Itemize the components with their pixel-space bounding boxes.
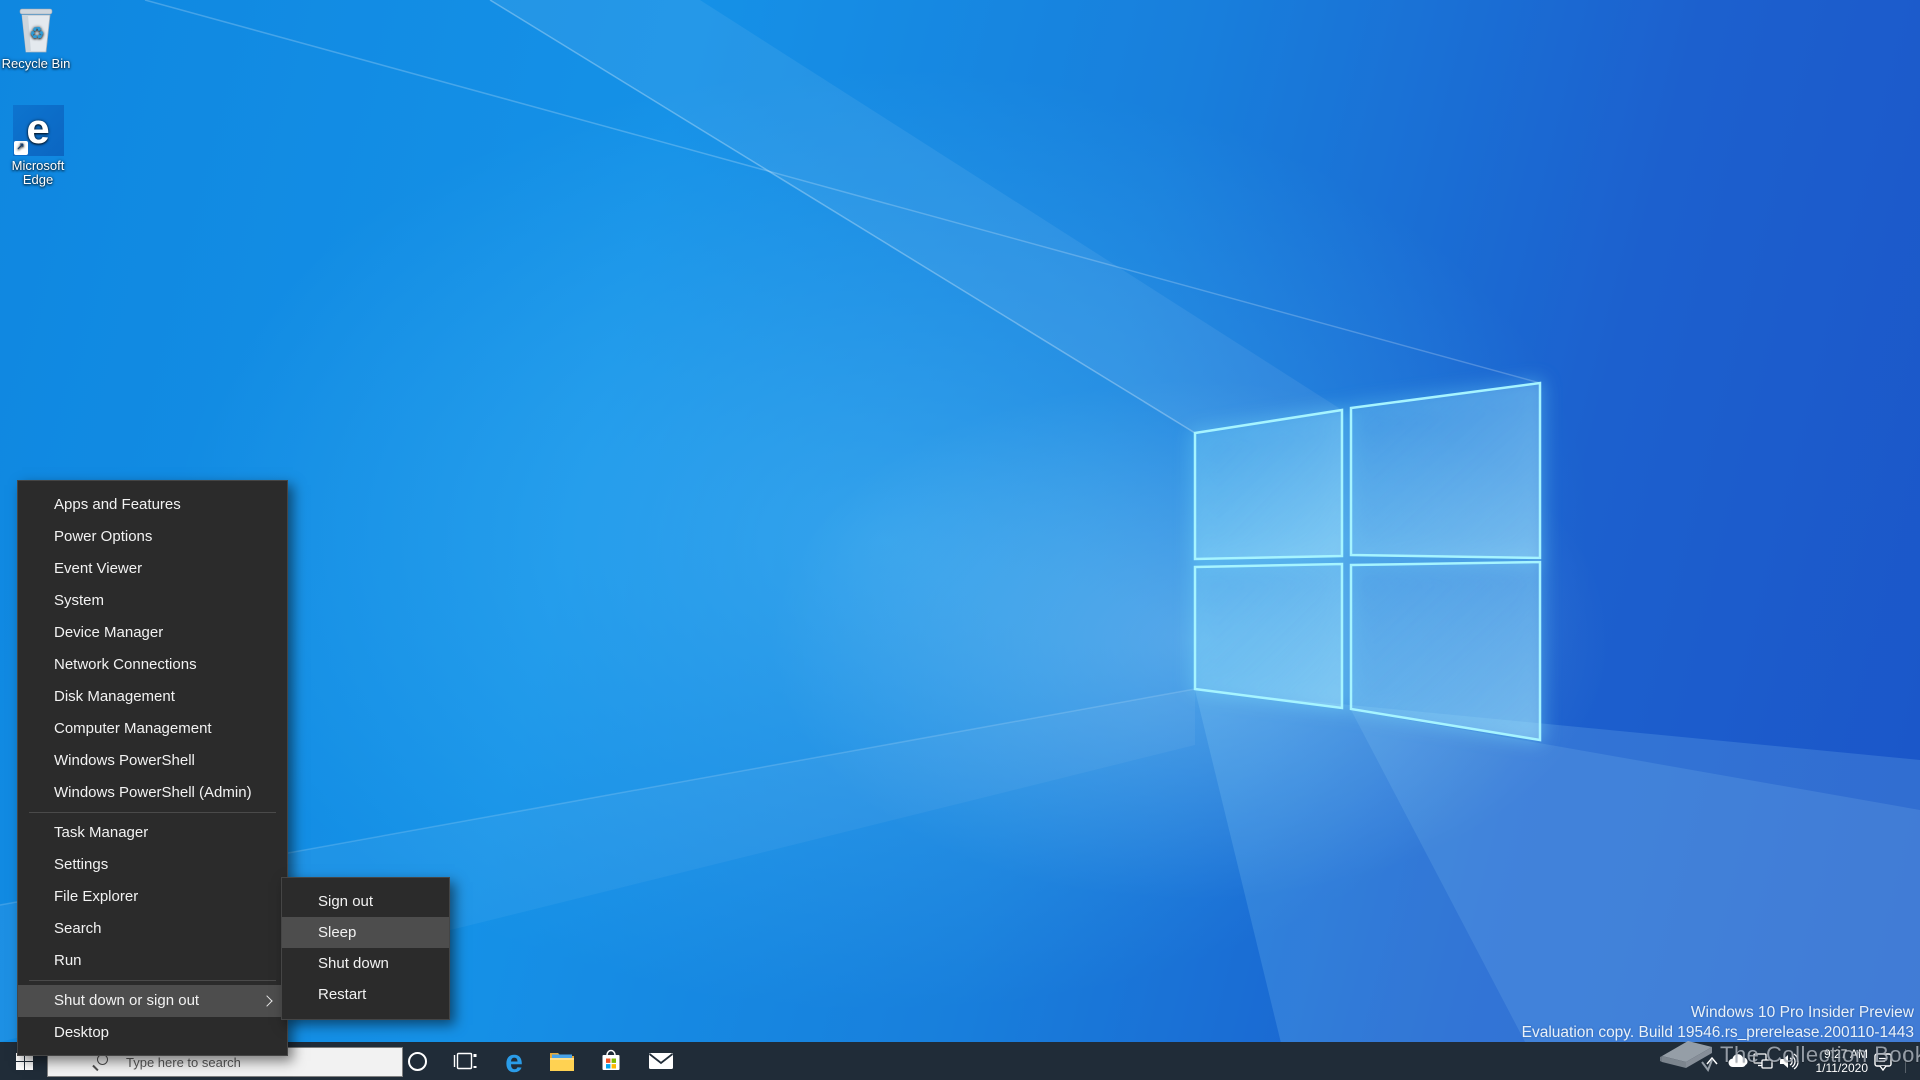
submenu-item-sign-out[interactable]: Sign out — [282, 886, 449, 917]
menu-item-windows-powershell[interactable]: Windows PowerShell — [18, 745, 287, 777]
submenu-item-restart[interactable]: Restart — [282, 979, 449, 1010]
menu-item-desktop[interactable]: Desktop — [18, 1017, 287, 1049]
chevron-right-icon — [261, 995, 272, 1006]
file-explorer-icon — [549, 1050, 575, 1072]
shortcut-arrow-overlay: ↗ — [14, 141, 28, 155]
onedrive-cloud-icon — [1728, 1054, 1748, 1068]
network-tray-button[interactable] — [1751, 1042, 1775, 1080]
menu-item-task-manager[interactable]: Task Manager — [18, 817, 287, 849]
desktop-screen: ♻ Recycle Bin e ↗ Microsoft Edge Windows… — [0, 0, 1920, 1080]
menu-item-system[interactable]: System — [18, 585, 287, 617]
edge-letter: e — [26, 108, 49, 150]
action-center-button[interactable] — [1870, 1042, 1896, 1080]
windows-logo-pane-bottom-right — [1351, 562, 1540, 740]
svg-text:♻: ♻ — [29, 24, 44, 43]
menu-item-settings[interactable]: Settings — [18, 849, 287, 881]
chevron-up-icon — [1705, 1056, 1719, 1066]
task-view-icon — [453, 1051, 477, 1071]
windows-edition-line: Windows 10 Pro Insider Preview — [1522, 1003, 1914, 1023]
menu-item-search[interactable]: Search — [18, 913, 287, 945]
desktop-icon-microsoft-edge[interactable]: e ↗ Microsoft Edge — [0, 105, 76, 187]
task-view-button[interactable] — [443, 1042, 487, 1080]
menu-item-event-viewer[interactable]: Event Viewer — [18, 553, 287, 585]
desktop-icon-label: Microsoft Edge — [0, 159, 76, 187]
mail-icon — [648, 1052, 674, 1070]
desktop-icon-recycle-bin[interactable]: ♻ Recycle Bin — [0, 6, 74, 71]
volume-icon — [1779, 1053, 1799, 1070]
shutdown-submenu: Sign out Sleep Shut down Restart — [281, 877, 450, 1020]
menu-item-file-explorer[interactable]: File Explorer — [18, 881, 287, 913]
submenu-item-sleep[interactable]: Sleep — [282, 917, 449, 948]
onedrive-tray-button[interactable] — [1726, 1042, 1750, 1080]
edge-icon: e — [505, 1046, 523, 1076]
tray-clock[interactable]: 9:27 AM 1/11/2020 — [1804, 1047, 1868, 1075]
menu-item-windows-powershell-admin[interactable]: Windows PowerShell (Admin) — [18, 777, 287, 809]
menu-item-computer-management[interactable]: Computer Management — [18, 713, 287, 745]
search-icon — [92, 1054, 108, 1070]
desktop-icon-label: Recycle Bin — [0, 57, 74, 71]
action-center-icon — [1873, 1051, 1893, 1071]
menu-separator — [29, 980, 276, 981]
windows-logo-pane-top-right — [1351, 383, 1540, 558]
network-icon — [1753, 1053, 1773, 1070]
winx-context-menu: Apps and Features Power Options Event Vi… — [17, 480, 288, 1056]
cortana-icon — [408, 1052, 427, 1071]
evaluation-build-line: Evaluation copy. Build 19546.rs_prerelea… — [1522, 1023, 1914, 1043]
microsoft-store-button[interactable] — [589, 1042, 633, 1080]
menu-item-power-options[interactable]: Power Options — [18, 521, 287, 553]
cortana-button[interactable] — [395, 1042, 439, 1080]
menu-item-shut-down-or-sign-out[interactable]: Shut down or sign out — [18, 985, 287, 1017]
taskbar: e — [0, 1042, 1920, 1080]
edge-taskbar-button[interactable]: e — [492, 1042, 536, 1080]
submenu-item-shut-down[interactable]: Shut down — [282, 948, 449, 979]
file-explorer-button[interactable] — [540, 1042, 584, 1080]
windows-logo-pane-top-left — [1195, 410, 1342, 559]
menu-item-device-manager[interactable]: Device Manager — [18, 617, 287, 649]
menu-item-apps-features[interactable]: Apps and Features — [18, 489, 287, 521]
microsoft-store-icon — [599, 1049, 623, 1073]
hidden-icons-button[interactable] — [1700, 1042, 1724, 1080]
recycle-bin-icon: ♻ — [16, 6, 56, 54]
menu-item-disk-management[interactable]: Disk Management — [18, 681, 287, 713]
evaluation-watermark: Windows 10 Pro Insider Preview Evaluatio… — [1522, 1003, 1914, 1042]
menu-separator — [29, 812, 276, 813]
menu-item-run[interactable]: Run — [18, 945, 287, 977]
show-desktop-divider[interactable] — [1905, 1049, 1906, 1073]
menu-item-network-connections[interactable]: Network Connections — [18, 649, 287, 681]
tray-time: 9:27 AM — [1804, 1047, 1868, 1061]
search-input[interactable] — [126, 1055, 402, 1070]
volume-tray-button[interactable] — [1777, 1042, 1801, 1080]
windows-logo-pane-bottom-left — [1195, 564, 1342, 708]
mail-button[interactable] — [639, 1042, 683, 1080]
edge-tile-icon: e ↗ — [13, 105, 64, 156]
tray-date: 1/11/2020 — [1804, 1061, 1868, 1075]
menu-item-label: Shut down or sign out — [54, 992, 199, 1009]
